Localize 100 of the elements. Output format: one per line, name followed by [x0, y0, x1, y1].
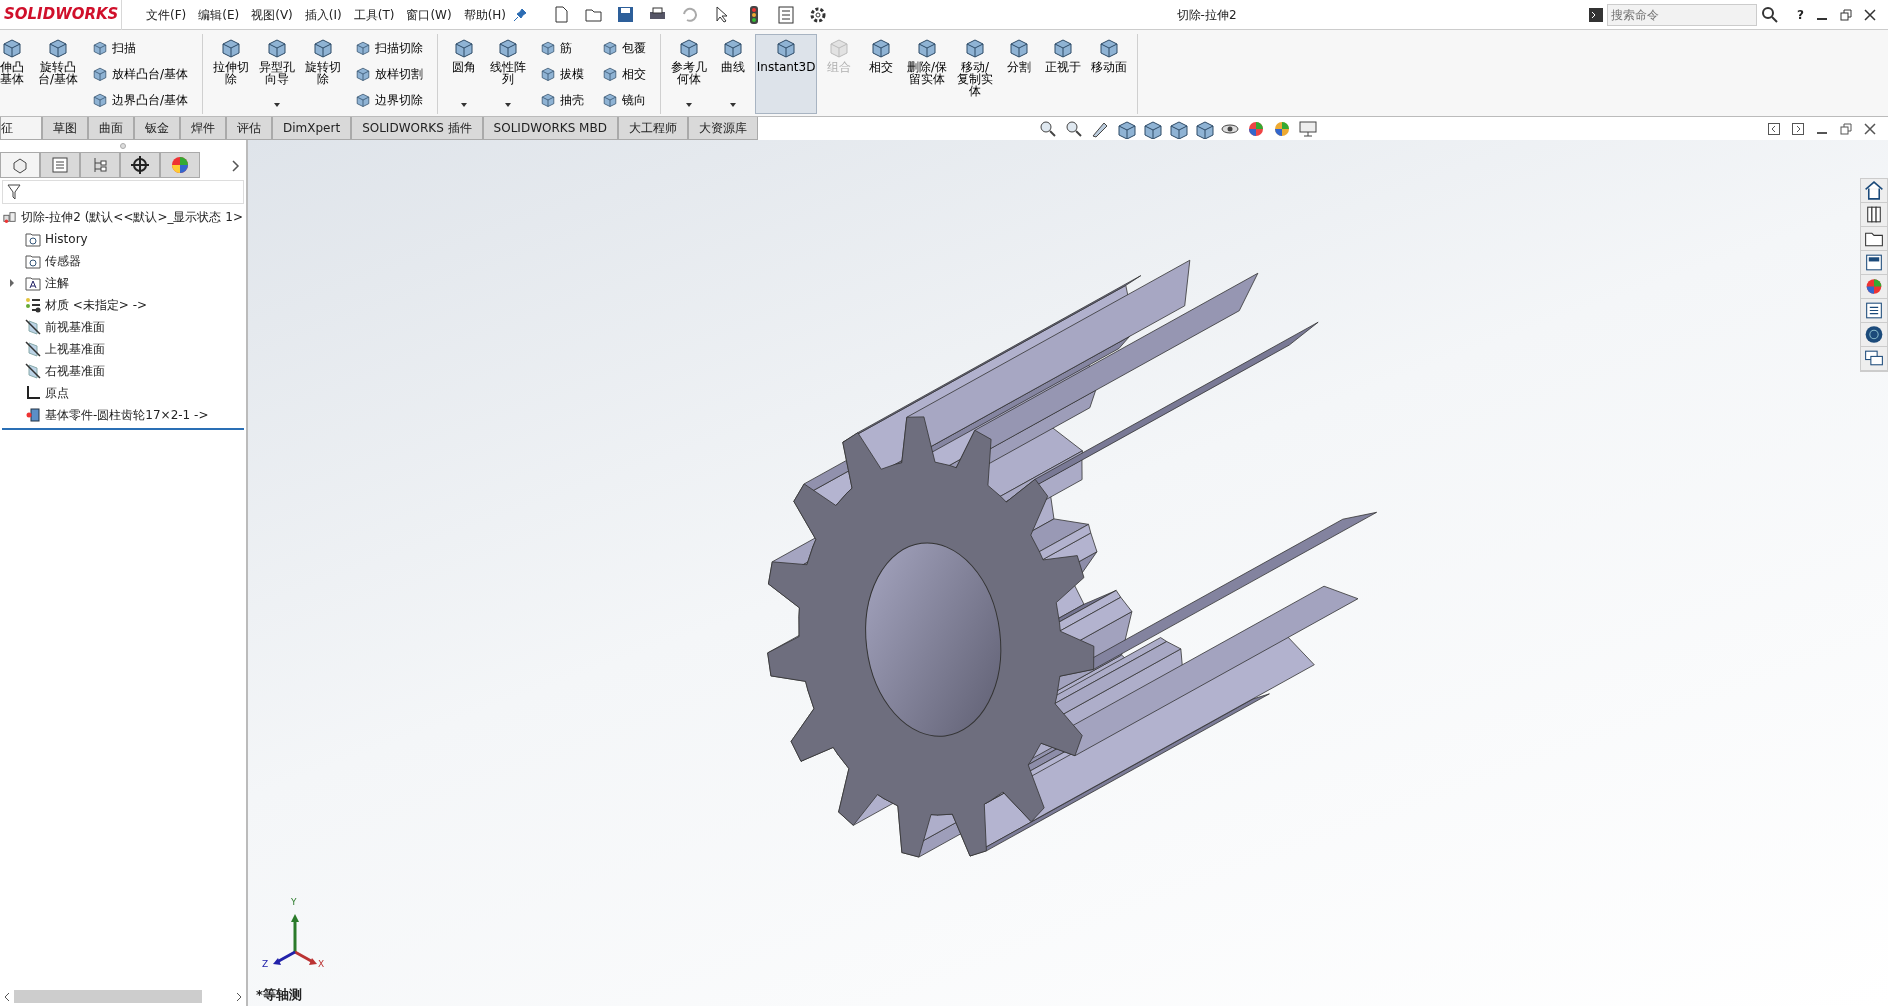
home-icon[interactable]: [1861, 179, 1887, 203]
expand-arrow-icon[interactable]: [9, 279, 15, 287]
tool-button[interactable]: 扫描切除: [353, 36, 426, 59]
command-tab[interactable]: 征: [0, 117, 42, 140]
command-tab[interactable]: 焊件: [180, 117, 226, 140]
command-tab[interactable]: 大资源库: [687, 117, 758, 140]
tool-button[interactable]: 筋: [538, 36, 587, 59]
cube-icon: [47, 37, 69, 59]
chevron-right-icon[interactable]: [232, 159, 240, 172]
tool-button[interactable]: 镜向: [600, 88, 649, 111]
menu-item[interactable]: 文件(F): [140, 5, 193, 24]
command-tab[interactable]: 钣金: [134, 117, 180, 140]
magnifier-icon[interactable]: [1037, 118, 1058, 139]
scroll-right-icon[interactable]: [235, 991, 243, 1002]
cube-icon: [602, 39, 619, 56]
cube-icon: [540, 39, 557, 56]
cube-icon: [312, 37, 335, 59]
tool-button[interactable]: 旋转凸 台/基体: [34, 34, 83, 114]
close-icon[interactable]: [1864, 122, 1876, 135]
tool-button[interactable]: 边界凸台/基体: [90, 88, 191, 111]
command-tab[interactable]: DimXpert: [272, 117, 352, 140]
tree-item[interactable]: 基体零件-圆柱齿轮17×2-1 ->: [45, 406, 209, 424]
axis-label: Y: [291, 896, 297, 909]
tool-button[interactable]: 边界切除: [353, 88, 426, 111]
tool-button[interactable]: 曲线: [713, 34, 754, 114]
tool-button[interactable]: 圆角: [444, 34, 485, 114]
tool-button[interactable]: Instant3D: [755, 34, 818, 114]
tree-item[interactable]: 右视基准面: [45, 362, 105, 380]
command-tab[interactable]: 曲面: [88, 117, 134, 140]
command-tab[interactable]: 大工程师: [617, 117, 688, 140]
tree-item[interactable]: 原点: [45, 384, 69, 402]
tool-button[interactable]: 伸凸 基体: [0, 34, 32, 114]
help-button[interactable]: ?: [1797, 5, 1804, 24]
plane-icon: [25, 363, 41, 379]
tool-button[interactable]: 扫描: [90, 36, 191, 59]
monitor-icon[interactable]: [1297, 118, 1318, 139]
tool-button[interactable]: 线性阵 列: [486, 34, 531, 114]
search-icon[interactable]: [1761, 5, 1780, 24]
menu-item[interactable]: 视图(V): [245, 5, 299, 24]
window-title: 切除-拉伸2: [1176, 6, 1237, 24]
tree-item[interactable]: 上视基准面: [45, 340, 105, 358]
crosshair-icon: [130, 155, 150, 175]
tool-button[interactable]: 包覆: [600, 36, 649, 59]
menu-item[interactable]: 窗口(W): [400, 5, 458, 24]
tool-button[interactable]: 移动面: [1087, 34, 1132, 114]
cube-icon: [540, 91, 557, 108]
cube-icon: [722, 37, 745, 59]
scroll-left-icon[interactable]: [3, 991, 11, 1002]
menu-item[interactable]: 帮助(H): [457, 5, 513, 24]
tree-item[interactable]: 切除-拉伸2 (默认<<默认>_显示状态 1>: [20, 208, 243, 226]
menu-item[interactable]: 编辑(E): [192, 5, 246, 24]
restore-icon[interactable]: [1840, 8, 1852, 21]
tool-button[interactable]: 删除/保 留实体: [903, 34, 952, 114]
tree-item[interactable]: 材质 <未指定> ->: [45, 296, 148, 314]
cube-icon: [602, 65, 619, 82]
material-icon: [25, 297, 41, 313]
pin-icon[interactable]: [512, 6, 529, 23]
tool-button[interactable]: 拔模: [538, 62, 587, 85]
plane-icon: [25, 341, 41, 357]
tool-button[interactable]: 抽壳: [538, 88, 587, 111]
annotation-folder-icon: [25, 275, 41, 291]
grip-dot-icon[interactable]: [120, 143, 126, 149]
tool-button[interactable]: 放样切割: [353, 62, 426, 85]
tool-button[interactable]: 放样凸台/基体: [90, 62, 191, 85]
tool-button[interactable]: 拉伸切 除: [209, 34, 254, 114]
magnifier-icon[interactable]: [1063, 118, 1084, 139]
tool-button[interactable]: 分割: [999, 34, 1040, 114]
tool-button[interactable]: 异型孔 向导: [255, 34, 300, 114]
tree-item[interactable]: 注解: [45, 274, 69, 292]
color-wheel-icon: [170, 155, 190, 175]
tool-button[interactable]: 相交: [861, 34, 902, 114]
app-logo: SOLIDWORKS: [0, 0, 122, 30]
cube-icon: [1098, 37, 1121, 59]
tree-item[interactable]: 传感器: [45, 252, 81, 270]
panel-right-icon[interactable]: [1792, 122, 1804, 135]
tree-item[interactable]: History: [45, 230, 88, 248]
tool-button[interactable]: 相交: [600, 62, 649, 85]
restore-icon[interactable]: [1840, 122, 1852, 135]
tree-item[interactable]: 前视基准面: [45, 318, 105, 336]
tool-button[interactable]: 正视于: [1041, 34, 1086, 114]
tool-button[interactable]: 旋转切 除: [301, 34, 346, 114]
command-tab[interactable]: SOLIDWORKS 插件: [351, 117, 483, 140]
command-tab[interactable]: 草图: [42, 117, 88, 140]
command-tab[interactable]: SOLIDWORKS MBD: [482, 117, 618, 140]
search-field[interactable]: 搜索命令: [1607, 3, 1758, 26]
cube-icon: [916, 37, 939, 59]
menu-item[interactable]: 工具(T): [347, 5, 401, 24]
close-icon[interactable]: [1864, 8, 1876, 21]
command-tab[interactable]: 评估: [226, 117, 272, 140]
tool-button[interactable]: 参考几 何体: [667, 34, 712, 114]
filter-field[interactable]: [2, 180, 244, 204]
terminal-icon: [1589, 7, 1604, 22]
menu-item[interactable]: 插入(I): [298, 5, 348, 24]
plane-icon: [25, 319, 41, 335]
panel-left-icon[interactable]: [1768, 122, 1780, 135]
scrollbar[interactable]: [14, 990, 202, 1003]
tool-button[interactable]: 移动/ 复制实 体: [953, 34, 998, 114]
globe-icon[interactable]: [1861, 323, 1887, 347]
panel-tab[interactable]: [120, 152, 160, 178]
cube-icon: [1052, 37, 1075, 59]
